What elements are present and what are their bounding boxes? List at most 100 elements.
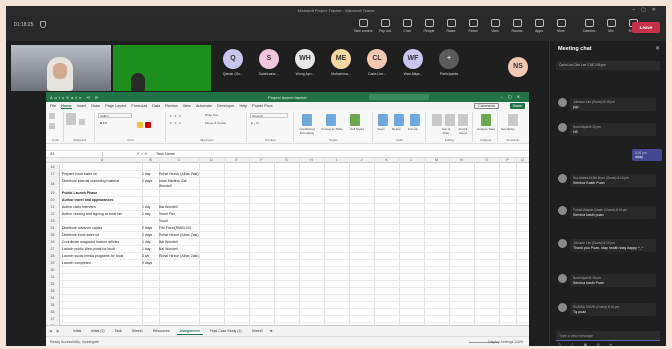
conditional-formatting-icon[interactable] (302, 114, 312, 126)
take-control-button[interactable]: Take control (352, 19, 374, 33)
sheet-tab[interactable]: Initial (70, 328, 84, 334)
merge-center-button[interactable]: Merge & Center (205, 121, 226, 125)
sheet-tab[interactable]: Initial (2) (88, 328, 107, 334)
table-row[interactable]: 32 (46, 281, 529, 288)
table-row[interactable]: 29 Launch completed 0 days (46, 260, 529, 267)
column-header[interactable]: N (449, 158, 474, 162)
column-header[interactable]: K (374, 158, 399, 162)
cell-resource[interactable]: Yusof Fitri (159, 211, 199, 218)
wrap-text-button[interactable]: Wrap Text (205, 113, 218, 117)
pop-out-button[interactable]: Pop out (374, 19, 396, 33)
people-button[interactable]: People (418, 19, 440, 33)
cell-task-name[interactable]: Distribute internal marketing material (62, 178, 142, 185)
camera-button[interactable]: Camera (578, 19, 600, 33)
cut-icon[interactable] (79, 119, 86, 125)
row-number[interactable]: 27 (46, 246, 60, 253)
cell-styles-icon[interactable] (350, 114, 360, 126)
table-row[interactable]: 22 Author reading and signing at book fai… (46, 211, 529, 218)
ribbon-tab-developer[interactable]: Developer (217, 104, 234, 108)
cell-task-name[interactable]: Distribute book sales kit (62, 232, 142, 239)
table-row[interactable]: 30 (46, 267, 529, 274)
comments-button[interactable]: Comments (474, 103, 499, 109)
formula-input[interactable]: Task Name (156, 152, 175, 157)
column-header[interactable]: M (424, 158, 449, 162)
cell-task-name[interactable]: Coordinate magazine feature articles (62, 239, 142, 246)
ribbon-tab-home[interactable]: Home (61, 104, 72, 109)
analyze-data-icon[interactable] (481, 114, 491, 126)
ribbon-tab-view[interactable]: View (183, 104, 191, 108)
column-header[interactable]: P (499, 158, 516, 162)
apps-button[interactable]: Apps (528, 19, 550, 33)
table-row[interactable]: 23 Yusof (46, 218, 529, 225)
cell-task-name[interactable]: Launch social media programs for book (62, 253, 142, 260)
cell-task-name[interactable]: Launch public Web portal for book (62, 246, 142, 253)
insert-icon[interactable] (378, 114, 388, 126)
sheet-tab[interactable]: Task (112, 328, 125, 334)
ribbon-tab-formulas[interactable]: Formulas (131, 104, 147, 108)
compose-toolbar-icons[interactable]: ✎ ☺ ▣ ⊕ ➤ (558, 342, 616, 346)
cell-task-name[interactable]: Launch completed (62, 260, 142, 267)
align-icons[interactable]: ≡ ≡ ≡ (170, 121, 182, 125)
table-row[interactable]: 34 (46, 295, 529, 302)
sheet-tab[interactable]: Sheet3 (249, 328, 266, 334)
table-row[interactable]: 18 Distribute internal marketing material… (46, 178, 529, 190)
sort-filter-icon[interactable] (445, 114, 455, 126)
column-header[interactable]: H (299, 158, 324, 162)
format-icon[interactable] (410, 114, 420, 126)
column-header[interactable]: Q (516, 158, 529, 162)
participant-tile[interactable]: CL Carla Lim... (362, 45, 392, 91)
row-number[interactable]: 33 (46, 288, 60, 295)
row-number[interactable]: 18 (46, 178, 60, 190)
cell-task-name[interactable]: Author travel and appearances (62, 197, 142, 204)
cell-duration[interactable]: 1 day (142, 239, 158, 246)
cell-task-name[interactable]: Author radio interview (62, 204, 142, 211)
chat-button[interactable]: Chat (396, 19, 418, 33)
cell-task-name[interactable]: Distribute advance copies (62, 225, 142, 232)
ribbon-tab-data[interactable]: Data (152, 104, 160, 108)
cell-task-name[interactable]: Author reading and signing at book fair (62, 211, 142, 218)
cell-task-name[interactable]: Prepare book sales kit (62, 171, 142, 178)
undo-icon[interactable] (49, 113, 55, 119)
table-row[interactable]: 33 (46, 288, 529, 295)
table-row[interactable]: 20 Author travel and appearances (46, 197, 529, 204)
cell-resource[interactable]: Rohai Hirzun (Athar Zaki) (159, 253, 199, 260)
number-format-select[interactable]: General (250, 113, 288, 118)
rooms-button[interactable]: Rooms (506, 19, 528, 33)
excel-window-controls[interactable]: –▢✕ (501, 94, 525, 99)
ribbon-tab-automate[interactable]: Automate (196, 104, 212, 108)
search-box[interactable] (369, 94, 429, 100)
column-header[interactable]: E (224, 158, 249, 162)
cell-resource[interactable]: Bai Wondell (159, 239, 199, 246)
table-row[interactable]: 36 (46, 309, 529, 316)
active-speaker-tile[interactable]: NS (503, 45, 533, 91)
raise-button[interactable]: Raise (440, 19, 462, 33)
participant-tile[interactable]: WF Wan Afiqa... (398, 45, 428, 91)
cell-resource[interactable]: Bai Wondell (159, 204, 199, 211)
participant-video-2[interactable] (113, 45, 211, 91)
ribbon-tab-power-pivot[interactable]: Power Pivot (252, 104, 272, 108)
ribbon-tab-draw[interactable]: Draw (91, 104, 100, 108)
mic-button[interactable]: Mic (600, 19, 622, 33)
row-number[interactable]: 21 (46, 204, 60, 211)
column-header[interactable]: B (142, 158, 159, 162)
row-number[interactable]: 32 (46, 281, 60, 288)
bold-icon[interactable]: B I U (100, 121, 107, 125)
sheet-tab[interactable]: Resources (150, 328, 173, 334)
table-row[interactable]: 17 Prepare book sales kit 1 day Rohai Hirzu… (46, 171, 529, 178)
row-number[interactable]: 17 (46, 171, 60, 178)
row-number[interactable]: 25 (46, 232, 60, 239)
row-number[interactable]: 31 (46, 274, 60, 281)
add-sheet-icon[interactable]: ⊕ (270, 329, 273, 333)
column-header[interactable]: F (249, 158, 274, 162)
row-number[interactable]: 24 (46, 225, 60, 232)
cell-task-name[interactable]: Public Launch Phase (62, 190, 142, 197)
cell-duration[interactable]: 0 days (142, 260, 158, 267)
table-row[interactable]: 27 Launch public Web portal for book 1 day… (46, 246, 529, 253)
column-header[interactable]: A (62, 158, 142, 162)
row-number[interactable]: 26 (46, 239, 60, 246)
cell-duration[interactable]: 2 days (142, 225, 158, 232)
cell-duration[interactable]: 1 day (142, 246, 158, 253)
table-row[interactable]: 37 (46, 316, 529, 323)
delete-icon[interactable] (394, 114, 404, 126)
table-row[interactable]: 25 Distribute book sales kit 2 days Rohai H… (46, 232, 529, 239)
